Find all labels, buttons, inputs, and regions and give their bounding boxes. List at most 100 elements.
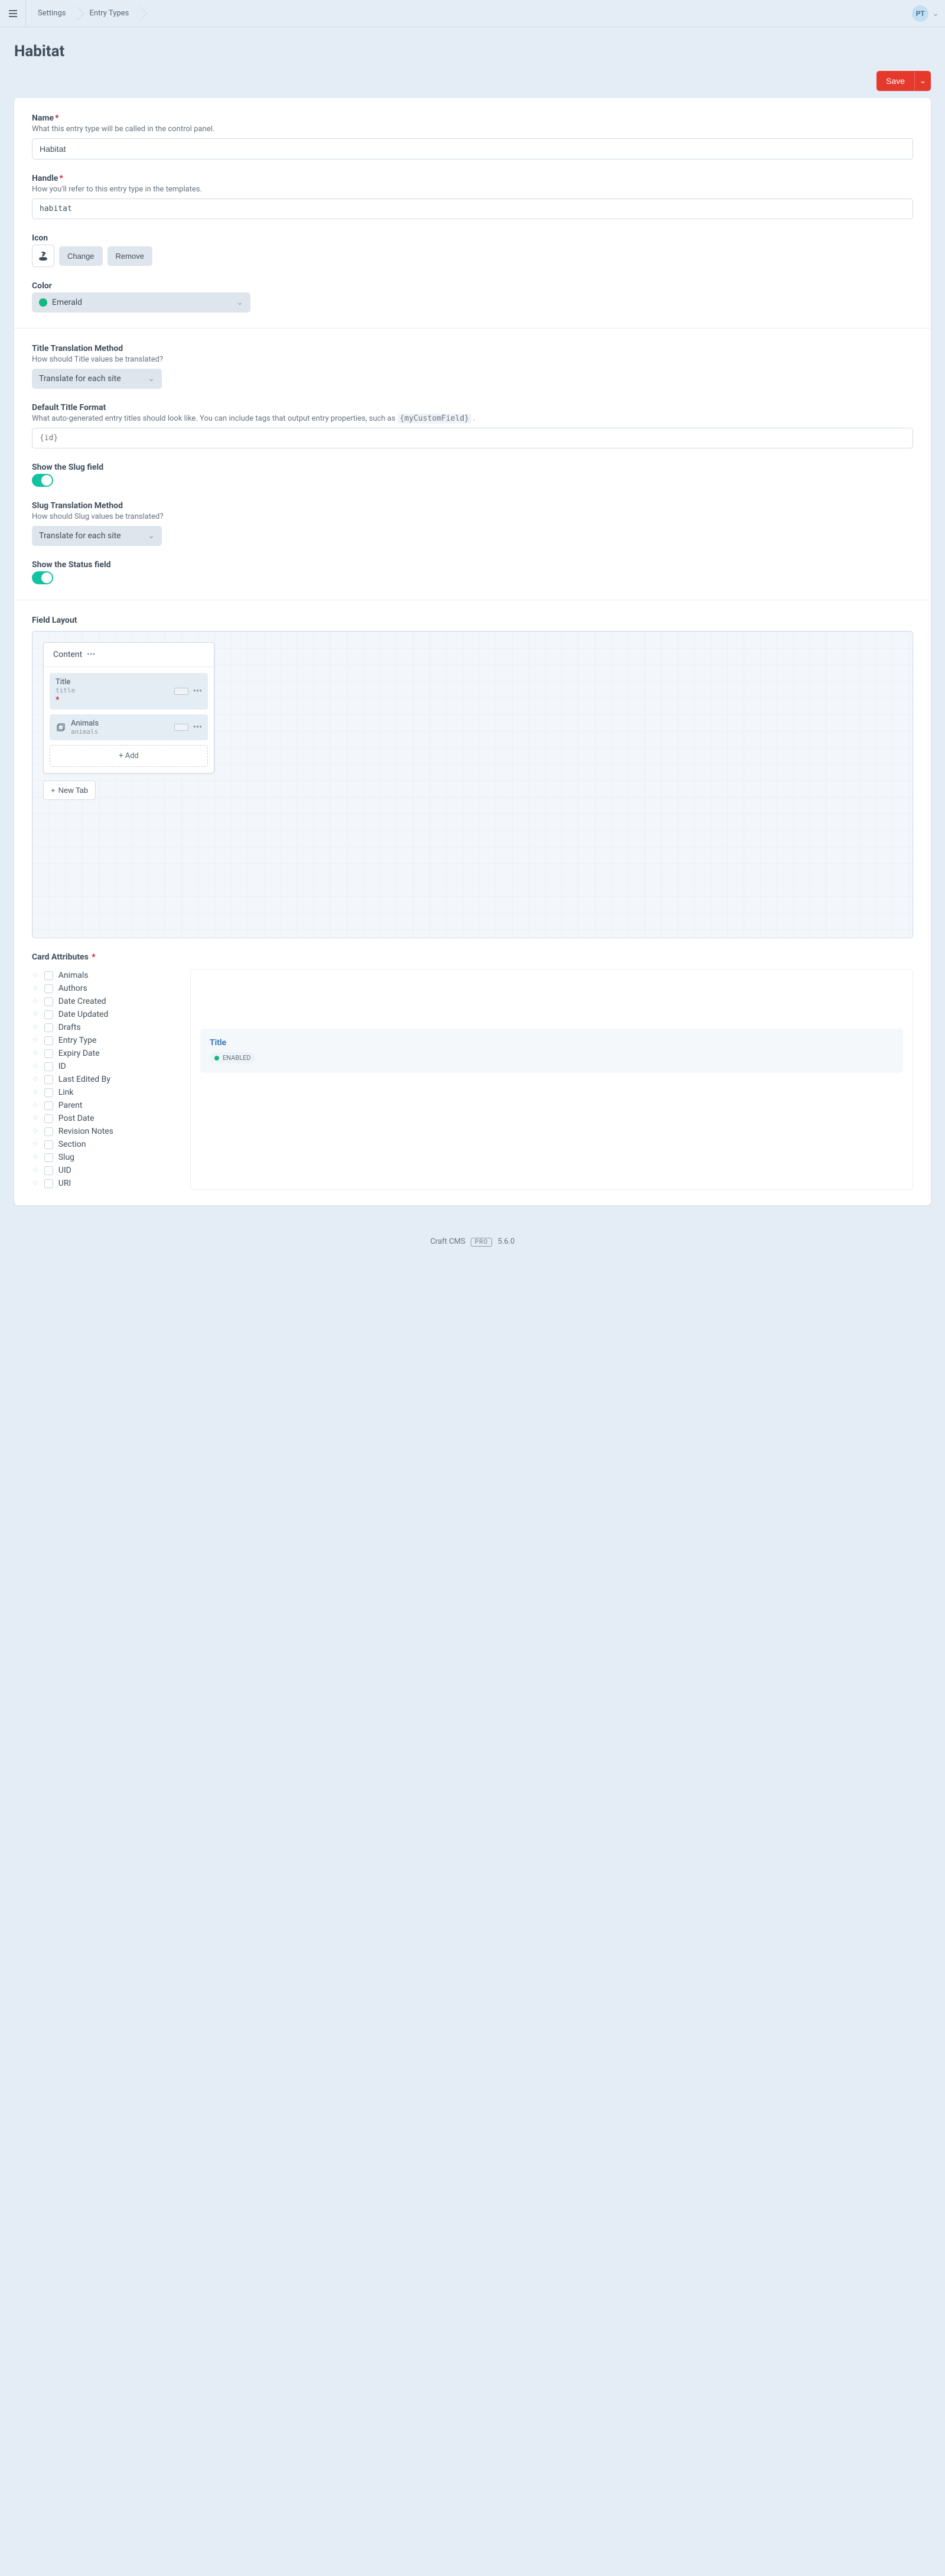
drag-handle-icon[interactable]: ⁘ [32,1179,39,1188]
handle-input[interactable] [32,199,913,219]
attr-checkbox[interactable] [44,1140,53,1149]
save-button[interactable]: Save [876,71,914,91]
card-attr-item[interactable]: ⁘Link [32,1086,174,1099]
card-attr-item[interactable]: ⁘Last Edited By [32,1073,174,1086]
width-indicator[interactable] [174,724,188,731]
drag-handle-icon[interactable]: ⁘ [32,1062,39,1071]
card-attr-item[interactable]: ⁘Slug [32,1151,174,1164]
attr-checkbox[interactable] [44,1010,53,1019]
attr-checkbox[interactable] [44,1166,53,1175]
topbar: Settings Entry Types PT ⌄ [0,0,945,27]
footer: Craft CMS PRO 5.6.0 [0,1219,945,1256]
attr-checkbox[interactable] [44,1114,53,1123]
drag-handle-icon[interactable]: ⁘ [32,1166,39,1175]
card-attr-item[interactable]: ⁘Entry Type [32,1034,174,1047]
slug-method-select[interactable]: Translate for each site ⌄ [32,526,162,546]
required-icon: * [56,694,75,705]
new-tab-button[interactable]: + New Tab [43,780,96,800]
save-dropdown[interactable]: ⌄ [914,71,931,91]
drag-handle-icon[interactable]: ⁘ [32,1101,39,1110]
attr-checkbox[interactable] [44,1036,53,1045]
field-menu-icon[interactable]: ••• [193,723,202,732]
drag-handle-icon[interactable]: ⁘ [32,1088,39,1097]
attr-checkbox[interactable] [44,997,53,1006]
show-slug-toggle[interactable] [32,474,53,487]
card-attr-item[interactable]: ⁘Post Date [32,1112,174,1125]
user-avatar[interactable]: PT [912,5,928,22]
attr-checkbox[interactable] [44,984,53,993]
field-menu-icon[interactable]: ••• [193,687,202,696]
card-attr-item[interactable]: ⁘Expiry Date [32,1047,174,1060]
width-indicator[interactable] [174,688,188,695]
card-attr-item[interactable]: ⁘Section [32,1138,174,1151]
name-input[interactable] [32,138,913,160]
card-attr-item[interactable]: ⁘ URI [32,1177,174,1190]
title-method-field: Title Translation Method How should Titl… [32,344,913,389]
edition-badge: PRO [471,1238,492,1247]
card-attr-item[interactable]: ⁘Animals [32,969,174,982]
title-format-help: What auto-generated entry titles should … [32,414,913,423]
show-status-toggle[interactable] [32,571,53,584]
card-attr-item[interactable]: ⁘ UID [32,1164,174,1177]
name-field: Name* What this entry type will be calle… [32,113,913,160]
icon-label: Icon [32,233,913,243]
attr-label: ID [58,1062,66,1071]
attr-label: URI [58,1179,71,1188]
color-value: Emerald [39,298,82,307]
attr-checkbox[interactable] [44,1101,53,1110]
tab-menu-icon[interactable]: ••• [87,650,95,659]
tab-header[interactable]: Content ••• [44,643,214,667]
card-attr-item[interactable]: ⁘ ID [32,1060,174,1073]
drag-handle-icon[interactable]: ⁘ [32,1127,39,1136]
title-method-select[interactable]: Translate for each site ⌄ [32,369,162,389]
drag-handle-icon[interactable]: ⁘ [32,1023,39,1032]
icon-field: Icon Change Remove [32,233,913,267]
title-section: Title Translation Method How should Titl… [14,328,931,600]
drag-handle-icon[interactable]: ⁘ [32,1036,39,1045]
drag-handle-icon[interactable]: ⁘ [32,1049,39,1058]
add-field-button[interactable]: + Add [50,745,208,767]
card-attr-item[interactable]: ⁘Date Updated [32,1008,174,1021]
attr-checkbox[interactable] [44,1049,53,1058]
drag-handle-icon[interactable]: ⁘ [32,1153,39,1162]
drag-handle-icon[interactable]: ⁘ [32,1075,39,1084]
drag-handle-icon[interactable]: ⁘ [32,1010,39,1019]
title-format-input[interactable] [32,428,913,448]
card-attr-item[interactable]: ⁘Revision Notes [32,1125,174,1138]
breadcrumb-settings[interactable]: Settings [26,0,77,27]
attr-checkbox[interactable] [44,971,53,980]
color-select[interactable]: Emerald ⌄ [32,292,250,313]
card-attributes-label: Card Attributes * [32,952,913,962]
card-attr-item[interactable]: ⁘ Date Created [32,995,174,1008]
card-attr-item[interactable]: ⁘Authors [32,982,174,995]
breadcrumb-entry-types[interactable]: Entry Types [77,0,141,27]
drag-handle-icon[interactable]: ⁘ [32,1114,39,1123]
attr-checkbox[interactable] [44,1088,53,1097]
card-attr-item[interactable]: ⁘Drafts [32,1021,174,1034]
attr-label: UID [58,1166,71,1175]
field-name: Title [56,678,75,687]
attr-checkbox[interactable] [44,1179,53,1188]
drag-handle-icon[interactable]: ⁘ [32,1140,39,1149]
layout-field-title[interactable]: Title title * ••• [50,673,208,710]
field-handle: animals [71,728,99,736]
status-dot-icon [214,1056,219,1061]
attr-checkbox[interactable] [44,1127,53,1136]
layout-field-animals[interactable]: Animals animals ••• [50,714,208,740]
chevron-down-icon[interactable]: ⌄ [932,9,939,18]
icon-change-button[interactable]: Change [59,246,103,266]
menu-button[interactable] [0,0,26,27]
drag-handle-icon[interactable]: ⁘ [32,971,39,980]
attr-label: Date Created [58,997,106,1006]
drag-handle-icon[interactable]: ⁘ [32,997,39,1006]
tab-name: Content [53,650,82,659]
icon-remove-button[interactable]: Remove [107,246,152,266]
attr-checkbox[interactable] [44,1075,53,1084]
card-attr-item[interactable]: ⁘Parent [32,1099,174,1112]
attr-checkbox[interactable] [44,1062,53,1071]
attr-checkbox[interactable] [44,1153,53,1162]
field-handle: title [56,687,75,694]
layout-designer[interactable]: Content ••• Title title * • [32,631,913,938]
drag-handle-icon[interactable]: ⁘ [32,984,39,993]
attr-checkbox[interactable] [44,1023,53,1032]
